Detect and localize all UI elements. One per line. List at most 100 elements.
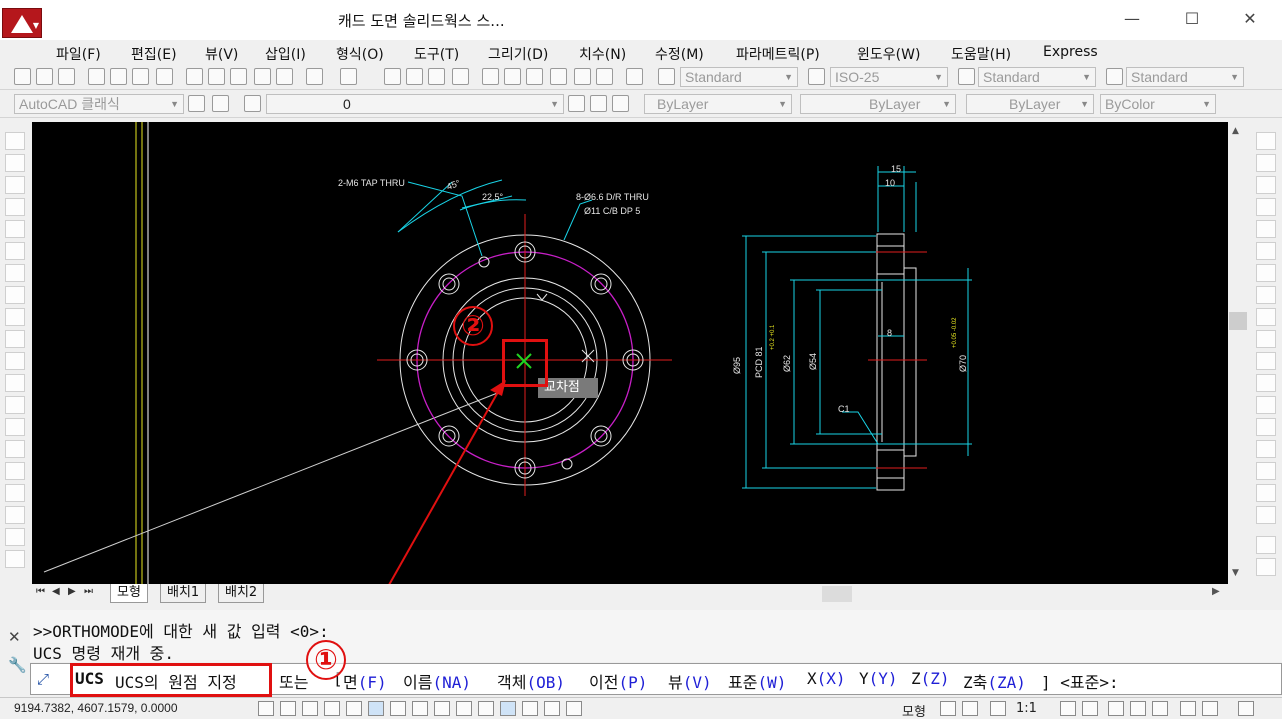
plot-preview-icon[interactable] bbox=[110, 68, 127, 85]
menu-tools[interactable]: 도구(T) bbox=[414, 44, 459, 64]
quickcalc-icon[interactable] bbox=[596, 68, 613, 85]
match-properties-icon[interactable] bbox=[254, 68, 271, 85]
tab-model[interactable]: 모형 bbox=[110, 584, 148, 603]
drawing-canvas[interactable]: 2-M6 TAP THRU 45° 22.5° 8-Ø6.6 D/R THRU … bbox=[32, 122, 1228, 678]
draw-order-front-icon[interactable] bbox=[1256, 558, 1276, 576]
arc-icon[interactable] bbox=[5, 242, 25, 260]
menu-view[interactable]: 뷰(V) bbox=[205, 44, 238, 64]
menu-express[interactable]: Express bbox=[1043, 44, 1098, 60]
fillet-icon[interactable] bbox=[1256, 462, 1276, 480]
annotation-scale[interactable]: 1:1 bbox=[1016, 701, 1037, 716]
menu-insert[interactable]: 삽입(I) bbox=[265, 44, 306, 64]
maximize-button[interactable]: ☐ bbox=[1172, 6, 1212, 32]
menu-parametric[interactable]: 파라메트릭(P) bbox=[736, 44, 820, 64]
workspace-icon[interactable] bbox=[212, 95, 229, 112]
zoom-window-icon[interactable] bbox=[428, 68, 445, 85]
help-icon[interactable] bbox=[626, 68, 643, 85]
quick-view-drawings-icon[interactable] bbox=[962, 701, 978, 716]
clean-screen-icon[interactable] bbox=[1238, 701, 1254, 716]
table-icon[interactable] bbox=[5, 506, 25, 524]
spline-icon[interactable] bbox=[5, 308, 25, 326]
option-z[interactable]: Z(Z) bbox=[911, 669, 950, 688]
scroll-right-icon[interactable]: ▶ bbox=[1212, 586, 1220, 597]
insert-block-icon[interactable] bbox=[5, 374, 25, 392]
polygon-icon[interactable] bbox=[5, 198, 25, 216]
scroll-down-icon[interactable]: ▼ bbox=[1232, 568, 1239, 578]
polyline-icon[interactable] bbox=[5, 176, 25, 194]
mirror-icon[interactable] bbox=[1256, 176, 1276, 194]
model-space-button[interactable]: 모형 bbox=[902, 701, 926, 719]
markup-icon[interactable] bbox=[574, 68, 591, 85]
application-menu-button[interactable]: ▼ bbox=[2, 8, 42, 38]
menu-draw[interactable]: 그리기(D) bbox=[488, 44, 548, 64]
dynamic-input-icon[interactable] bbox=[456, 701, 472, 716]
plotstyle-select[interactable]: ByColor ▼ bbox=[1100, 94, 1216, 114]
vertical-scrollbar[interactable]: ▲ ▼ bbox=[1228, 122, 1248, 584]
grid-display-icon[interactable] bbox=[302, 701, 318, 716]
copy-icon[interactable] bbox=[208, 68, 225, 85]
design-center-online-icon[interactable] bbox=[156, 68, 173, 85]
construction-line-icon[interactable] bbox=[5, 154, 25, 172]
tab-prev-icon[interactable]: ◀ bbox=[52, 586, 60, 597]
annotation-monitor-icon[interactable] bbox=[566, 701, 582, 716]
layer-properties-icon[interactable] bbox=[244, 95, 261, 112]
layer-select[interactable]: 0 ▼ bbox=[266, 94, 564, 114]
close-button[interactable]: ✕ bbox=[1230, 6, 1270, 32]
make-current-layer-icon[interactable] bbox=[568, 95, 585, 112]
object-snap-icon[interactable] bbox=[368, 701, 384, 716]
dim-style-select[interactable]: ISO-25 ▼ bbox=[830, 67, 948, 87]
tab-first-icon[interactable]: ⏮ bbox=[36, 586, 45, 597]
point-icon[interactable] bbox=[5, 418, 25, 436]
option-previous[interactable]: 이전(P) bbox=[589, 669, 647, 693]
chamfer-icon[interactable] bbox=[1256, 440, 1276, 458]
horizontal-scroll-thumb[interactable] bbox=[822, 586, 852, 602]
close-icon[interactable]: ✕ bbox=[8, 628, 21, 646]
workspace-settings-icon[interactable] bbox=[188, 95, 205, 112]
tab-next-icon[interactable]: ▶ bbox=[68, 586, 76, 597]
text-style-select[interactable]: Standard ▼ bbox=[680, 67, 798, 87]
rotate-icon[interactable] bbox=[1256, 264, 1276, 282]
break-at-point-icon[interactable] bbox=[1256, 374, 1276, 392]
lineweight-select[interactable]: ByLayer ▼ bbox=[966, 94, 1094, 114]
annotation-scale-icon[interactable] bbox=[990, 701, 1006, 716]
trim-icon[interactable] bbox=[1256, 330, 1276, 348]
tab-layout1[interactable]: 배치1 bbox=[160, 584, 207, 603]
hardware-acceleration-icon[interactable] bbox=[1152, 701, 1168, 716]
sheet-set-icon[interactable] bbox=[550, 68, 567, 85]
option-world[interactable]: 표준(W) bbox=[728, 669, 786, 693]
open-icon[interactable] bbox=[36, 68, 53, 85]
tool-palettes-icon[interactable] bbox=[526, 68, 543, 85]
new-icon[interactable] bbox=[14, 68, 31, 85]
dynamic-ucs-icon[interactable] bbox=[434, 701, 450, 716]
redo-icon[interactable] bbox=[340, 68, 357, 85]
offset-icon[interactable] bbox=[1256, 198, 1276, 216]
extend-icon[interactable] bbox=[1256, 352, 1276, 370]
move-icon[interactable] bbox=[1256, 242, 1276, 260]
line-icon[interactable] bbox=[5, 132, 25, 150]
erase-icon[interactable] bbox=[1256, 132, 1276, 150]
menu-modify[interactable]: 수정(M) bbox=[655, 44, 704, 64]
color-select[interactable]: ByLayer ▼ bbox=[644, 94, 792, 114]
cut-icon[interactable] bbox=[186, 68, 203, 85]
option-x[interactable]: X(X) bbox=[807, 669, 846, 688]
workspace-select[interactable]: AutoCAD 클래식 ▼ bbox=[14, 94, 184, 114]
option-object[interactable]: 객체(OB) bbox=[497, 669, 565, 693]
layer-previous-icon[interactable] bbox=[590, 95, 607, 112]
menu-window[interactable]: 윈도우(W) bbox=[857, 44, 920, 64]
menu-help[interactable]: 도움말(H) bbox=[951, 44, 1011, 64]
isolate-objects-icon[interactable] bbox=[1180, 701, 1196, 716]
3d-object-snap-icon[interactable] bbox=[390, 701, 406, 716]
make-block-icon[interactable] bbox=[5, 396, 25, 414]
ellipse-arc-icon[interactable] bbox=[5, 352, 25, 370]
circle-icon[interactable] bbox=[5, 264, 25, 282]
workspace-switching-icon[interactable] bbox=[1108, 701, 1124, 716]
option-name[interactable]: 이름(NA) bbox=[403, 669, 471, 693]
scale-icon[interactable] bbox=[1256, 286, 1276, 304]
gradient-icon[interactable] bbox=[5, 462, 25, 480]
lock-ui-icon[interactable] bbox=[1130, 701, 1146, 716]
pan-icon[interactable] bbox=[384, 68, 401, 85]
zoom-realtime-icon[interactable] bbox=[406, 68, 423, 85]
layer-state-icon[interactable] bbox=[612, 95, 629, 112]
selection-cycling-icon[interactable] bbox=[544, 701, 560, 716]
add-selected-icon[interactable] bbox=[5, 550, 25, 568]
